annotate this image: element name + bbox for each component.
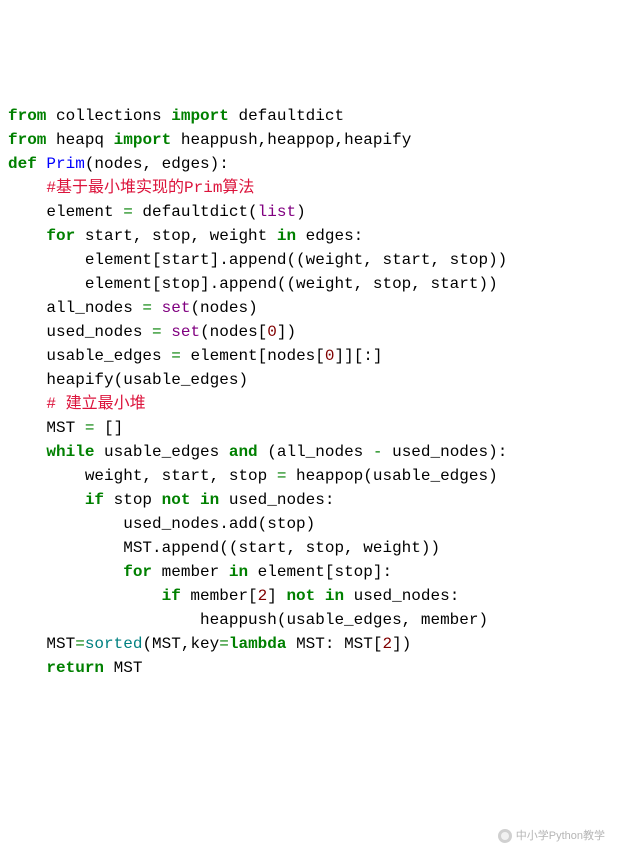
kw-while: while: [46, 443, 94, 461]
txt: used_nodes:: [219, 491, 334, 509]
kw-for: for: [46, 227, 75, 245]
txt: (nodes[: [200, 323, 267, 341]
txt: used_nodes:: [344, 587, 459, 605]
txt: heappush(usable_edges, member): [200, 611, 488, 629]
op-eq: =: [277, 467, 287, 485]
txt: stop: [104, 491, 162, 509]
txt: [162, 323, 172, 341]
comment: # 建立最小堆: [46, 395, 145, 413]
kw-return: return: [46, 659, 104, 677]
kw-not: not: [286, 587, 315, 605]
txt: edges:: [296, 227, 363, 245]
comment: #基于最小堆实现的Prim算法: [46, 179, 254, 197]
kw-import: import: [171, 107, 229, 125]
txt: [315, 587, 325, 605]
params: (nodes, edges):: [85, 155, 229, 173]
txt: used_nodes):: [382, 443, 507, 461]
txt: usable_edges: [94, 443, 228, 461]
builtin: set: [162, 299, 191, 317]
txt: usable_edges: [46, 347, 171, 365]
names: heappush,heappop,heapify: [181, 131, 411, 149]
txt: ): [296, 203, 306, 221]
kw-if: if: [85, 491, 104, 509]
op-eq: =: [142, 299, 152, 317]
op-eq: =: [152, 323, 162, 341]
num: 0: [267, 323, 277, 341]
code-block: from collections import defaultdict from…: [8, 104, 627, 680]
txt: [190, 491, 200, 509]
kw-in: in: [200, 491, 219, 509]
kw-lambda: lambda: [229, 635, 287, 653]
txt: ]][:]: [334, 347, 382, 365]
fn-name: Prim: [46, 155, 84, 173]
watermark-text: 中小学Python教学: [516, 828, 605, 845]
txt: all_nodes: [46, 299, 142, 317]
builtin: list: [258, 203, 296, 221]
kw-from: from: [8, 131, 46, 149]
txt: start, stop, weight: [75, 227, 277, 245]
kw-not: not: [162, 491, 191, 509]
wechat-icon: [498, 829, 512, 843]
txt: MST: [46, 419, 84, 437]
kw-in: in: [277, 227, 296, 245]
op-eq: =: [85, 419, 95, 437]
txt: ]): [392, 635, 411, 653]
txt: element[nodes[: [181, 347, 325, 365]
kw-if: if: [162, 587, 181, 605]
op-eq: =: [123, 203, 133, 221]
txt: (MST,key: [142, 635, 219, 653]
txt: used_nodes.add(stop): [123, 515, 315, 533]
kw-in: in: [229, 563, 248, 581]
txt: MST: MST[: [286, 635, 382, 653]
kw-and: and: [229, 443, 258, 461]
name: defaultdict: [238, 107, 344, 125]
op-eq: =: [219, 635, 229, 653]
kw-in: in: [325, 587, 344, 605]
kw-for: for: [123, 563, 152, 581]
builtin: set: [171, 323, 200, 341]
num: 2: [258, 587, 268, 605]
txt: defaultdict(: [133, 203, 258, 221]
txt: element[start].append((weight, start, st…: [85, 251, 507, 269]
txt: MST: [104, 659, 142, 677]
txt: (nodes): [190, 299, 257, 317]
txt: ]): [277, 323, 296, 341]
mod: collections: [56, 107, 162, 125]
txt: heapify(usable_edges): [46, 371, 248, 389]
txt: []: [94, 419, 123, 437]
txt: member: [152, 563, 229, 581]
kw-def: def: [8, 155, 37, 173]
txt: ]: [267, 587, 286, 605]
mod: heapq: [56, 131, 104, 149]
txt: (all_nodes: [258, 443, 373, 461]
txt: used_nodes: [46, 323, 152, 341]
op-eq: =: [171, 347, 181, 365]
txt: weight, start, stop: [85, 467, 277, 485]
txt: member[: [181, 587, 258, 605]
txt: heappop(usable_edges): [286, 467, 497, 485]
num: 2: [382, 635, 392, 653]
txt: element[stop].append((weight, stop, star…: [85, 275, 498, 293]
kw-import: import: [114, 131, 172, 149]
builtin: sorted: [85, 635, 143, 653]
txt: MST.append((start, stop, weight)): [123, 539, 440, 557]
txt: [152, 299, 162, 317]
txt: MST: [46, 635, 75, 653]
watermark: 中小学Python教学: [498, 828, 605, 845]
kw-from: from: [8, 107, 46, 125]
op-eq: =: [75, 635, 85, 653]
txt: element: [46, 203, 123, 221]
txt: element[stop]:: [248, 563, 392, 581]
